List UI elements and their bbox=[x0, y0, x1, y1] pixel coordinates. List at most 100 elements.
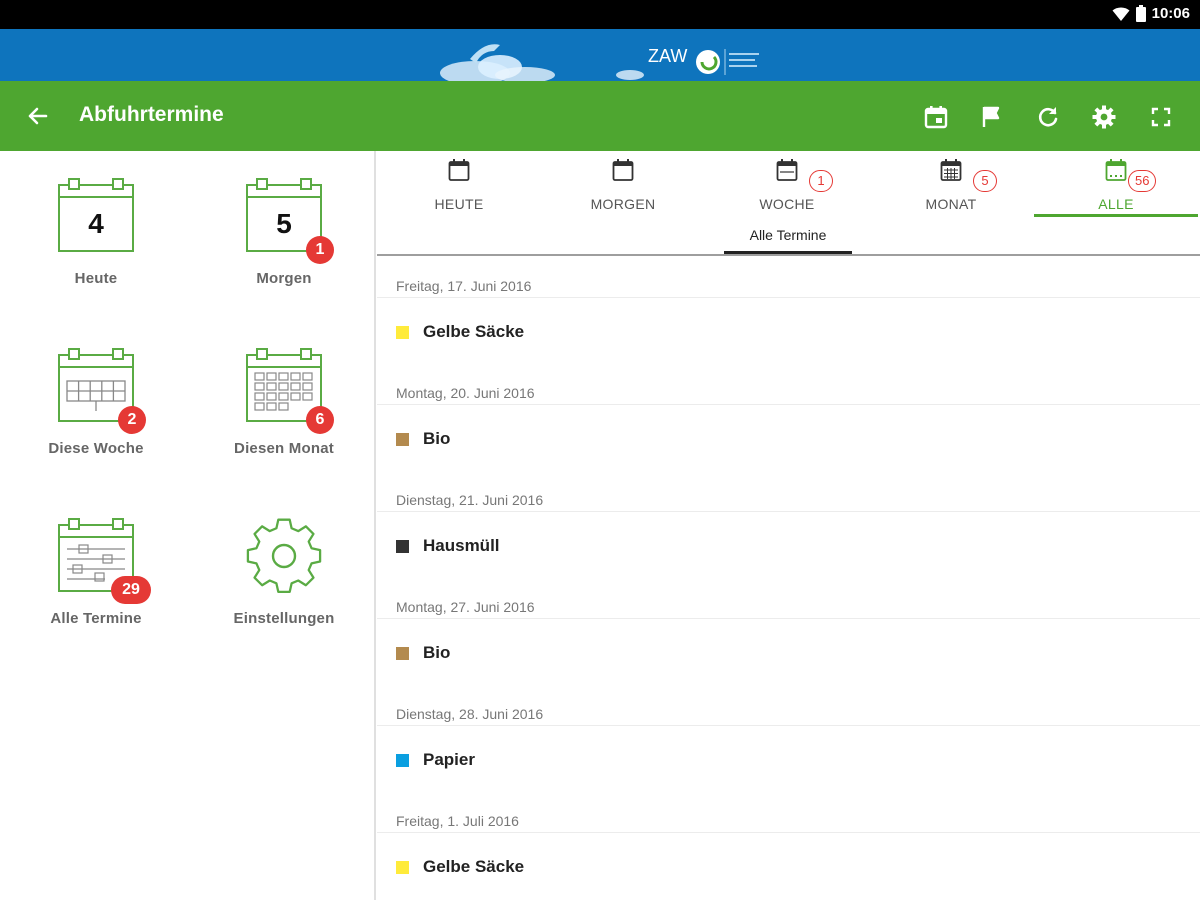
calendar-event-button[interactable] bbox=[923, 104, 949, 130]
tile-alle-termine[interactable]: 29 Alle Termine bbox=[6, 491, 186, 641]
count-badge: 6 bbox=[306, 406, 334, 434]
shortcut-panel: 4 Heute 5 1 Morgen 2 Diese Woche 6 Diese… bbox=[0, 151, 376, 900]
entry-name: Bio bbox=[423, 429, 451, 448]
calendar-icon bbox=[448, 159, 470, 181]
subtab-alle-termine[interactable]: Alle Termine bbox=[724, 227, 852, 255]
tab-active-indicator bbox=[1034, 214, 1198, 217]
battery-icon bbox=[1135, 5, 1146, 22]
flag-icon bbox=[982, 106, 1000, 127]
tile-diese-woche[interactable]: 2 Diese Woche bbox=[6, 321, 186, 471]
entry-date: Montag, 20. Juni 2016 bbox=[396, 385, 535, 401]
entry-date: Dienstag, 28. Juni 2016 bbox=[396, 706, 544, 722]
tab-label: ALLE bbox=[1098, 196, 1134, 212]
appointments-panel: HEUTE MORGEN 1 WOCHE 5 MONAT 56 ALLE All… bbox=[377, 151, 1200, 900]
tab-alle[interactable]: 56 ALLE bbox=[1034, 151, 1198, 219]
refresh-icon bbox=[1038, 107, 1058, 127]
calendar-event-icon bbox=[924, 106, 948, 129]
tile-label: Diesen Monat bbox=[234, 440, 334, 457]
list-item[interactable]: Dienstag, 28. Juni 2016 Papier bbox=[377, 684, 1200, 791]
entry-row: Gelbe Säcke bbox=[396, 322, 524, 342]
entry-row: Papier bbox=[396, 750, 475, 770]
tab-label: MORGEN bbox=[590, 196, 656, 212]
tab-morgen[interactable]: MORGEN bbox=[541, 151, 705, 219]
tile-einstellungen[interactable]: Einstellungen bbox=[194, 491, 374, 641]
divider bbox=[377, 725, 1200, 726]
bin-color-swatch bbox=[396, 539, 409, 553]
divider bbox=[377, 511, 1200, 512]
divider bbox=[377, 618, 1200, 619]
list-item[interactable]: Freitag, 17. Juni 2016 Gelbe Säcke bbox=[377, 256, 1200, 363]
status-bar: 10:06 bbox=[0, 0, 1200, 29]
entry-row: Bio bbox=[396, 429, 450, 449]
calendar-icon bbox=[612, 159, 634, 181]
entry-name: Papier bbox=[423, 750, 475, 769]
calendar-month-icon bbox=[940, 159, 962, 181]
page-title: Abfuhrtermine bbox=[79, 103, 224, 126]
calendar-week-icon bbox=[776, 159, 798, 181]
divider bbox=[377, 404, 1200, 405]
entry-row: Gelbe Säcke bbox=[396, 857, 524, 877]
list-item[interactable]: Montag, 27. Juni 2016 Bio bbox=[377, 577, 1200, 684]
entry-name: Gelbe Säcke bbox=[423, 857, 525, 876]
gear-icon bbox=[246, 518, 322, 594]
bin-color-swatch bbox=[396, 325, 409, 339]
status-bar-right: 10:06 bbox=[1112, 5, 1190, 22]
tab-label: HEUTE bbox=[434, 196, 484, 212]
list-item[interactable]: Dienstag, 21. Juni 2016 Hausmüll bbox=[377, 470, 1200, 577]
arrow-left-icon bbox=[28, 107, 48, 125]
appointment-list: Freitag, 17. Juni 2016 Gelbe Säcke Monta… bbox=[377, 256, 1200, 898]
brand-banner: ZAW bbox=[0, 29, 1200, 81]
tab-monat[interactable]: 5 MONAT bbox=[869, 151, 1033, 219]
divider bbox=[377, 297, 1200, 298]
bin-color-swatch bbox=[396, 432, 409, 446]
back-button[interactable] bbox=[24, 102, 56, 130]
tile-label: Heute bbox=[74, 270, 118, 287]
bin-color-swatch bbox=[396, 753, 409, 767]
calendar-all-icon bbox=[1105, 159, 1127, 181]
tile-morgen[interactable]: 5 1 Morgen bbox=[194, 151, 374, 301]
tab-label: MONAT bbox=[925, 196, 977, 212]
status-time: 10:06 bbox=[1151, 5, 1190, 22]
tile-day-number: 4 bbox=[88, 208, 104, 239]
calendar-day-icon: 4 bbox=[58, 178, 134, 252]
brand-logo: ZAW bbox=[430, 29, 770, 81]
flag-button[interactable] bbox=[979, 104, 1005, 130]
entry-name: Bio bbox=[423, 643, 451, 662]
entry-row: Hausmüll bbox=[396, 536, 500, 556]
tab-label: WOCHE bbox=[759, 196, 815, 212]
tile-day-number: 5 bbox=[276, 208, 292, 239]
entry-row: Bio bbox=[396, 643, 450, 663]
settings-icon bbox=[1092, 105, 1116, 129]
app-toolbar: Abfuhrtermine bbox=[0, 81, 1200, 151]
range-tabs: HEUTE MORGEN 1 WOCHE 5 MONAT 56 ALLE bbox=[377, 151, 1200, 219]
tile-label: Diese Woche bbox=[48, 440, 144, 457]
tab-heute[interactable]: HEUTE bbox=[377, 151, 541, 219]
bin-color-swatch bbox=[396, 860, 409, 874]
tab-woche[interactable]: 1 WOCHE bbox=[705, 151, 869, 219]
tab-count-badge: 56 bbox=[1128, 170, 1157, 192]
tab-count-badge: 5 bbox=[973, 170, 997, 192]
count-badge: 29 bbox=[111, 576, 151, 604]
fullscreen-button[interactable] bbox=[1148, 104, 1174, 130]
divider bbox=[377, 832, 1200, 833]
tile-label: Morgen bbox=[256, 270, 312, 287]
entry-date: Freitag, 17. Juni 2016 bbox=[396, 278, 532, 294]
fullscreen-icon bbox=[1151, 107, 1171, 127]
refresh-button[interactable] bbox=[1035, 104, 1061, 130]
settings-button[interactable] bbox=[1091, 104, 1117, 130]
tile-diesen-monat[interactable]: 6 Diesen Monat bbox=[194, 321, 374, 471]
entry-date: Dienstag, 21. Juni 2016 bbox=[396, 492, 544, 508]
subtab-label: Alle Termine bbox=[749, 227, 827, 243]
entry-name: Hausmüll bbox=[423, 536, 500, 555]
list-item[interactable]: Freitag, 1. Juli 2016 Gelbe Säcke bbox=[377, 791, 1200, 898]
tile-heute[interactable]: 4 Heute bbox=[6, 151, 186, 301]
entry-date: Montag, 27. Juni 2016 bbox=[396, 599, 535, 615]
wifi-icon bbox=[1112, 7, 1130, 21]
entry-date: Freitag, 1. Juli 2016 bbox=[396, 813, 519, 829]
entry-name: Gelbe Säcke bbox=[423, 322, 525, 341]
tile-label: Alle Termine bbox=[50, 610, 142, 627]
count-badge: 1 bbox=[306, 236, 334, 264]
svg-text:ZAW: ZAW bbox=[648, 46, 687, 66]
tile-label: Einstellungen bbox=[233, 610, 335, 627]
list-item[interactable]: Montag, 20. Juni 2016 Bio bbox=[377, 363, 1200, 470]
